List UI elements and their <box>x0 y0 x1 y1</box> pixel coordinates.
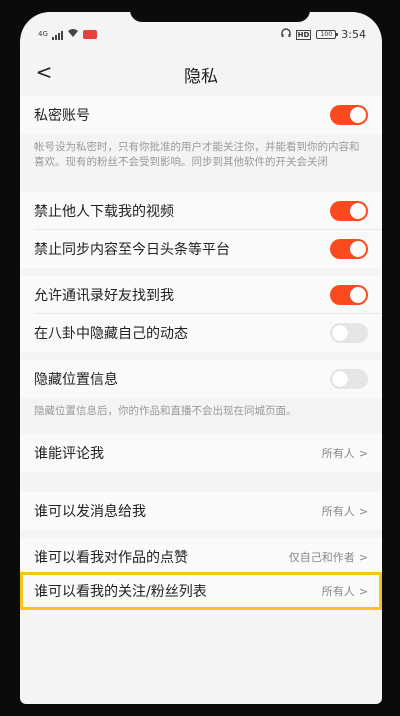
setting-row-contacts[interactable]: 允许通讯录好友找到我 <box>20 276 382 314</box>
value-text: 所有人 <box>321 505 355 518</box>
chevron-right-icon: > <box>358 446 368 460</box>
battery-level: 100 <box>320 31 333 38</box>
signal-icon <box>51 30 63 40</box>
permission-label: 谁能评论我 <box>34 446 104 462</box>
hide-location-toggle[interactable] <box>330 369 368 389</box>
status-left: 4G <box>38 28 97 41</box>
value-text: 所有人 <box>321 585 355 598</box>
private-account-row[interactable]: 私密账号 <box>20 96 382 134</box>
setting-row-no-sync[interactable]: 禁止同步内容至今日头条等平台 <box>20 230 382 268</box>
nav-bar: < 隐私 <box>20 52 382 92</box>
setting-label: 在八卦中隐藏自己的动态 <box>34 326 188 342</box>
setting-label: 禁止同步内容至今日头条等平台 <box>34 242 230 258</box>
location-note: 隐藏位置信息后，你的作品和直播不会出现在同城页面。 <box>20 398 382 428</box>
camera-notch <box>130 12 310 22</box>
permission-label: 谁可以发消息给我 <box>34 504 146 520</box>
headset-icon <box>280 28 291 41</box>
permission-value: 所有人 > <box>322 445 368 461</box>
phone-frame: 4G HD 100 3:54 < 隐私 私密账号 帐号设为私密时，只有你批准的用… <box>0 0 400 716</box>
no-download-toggle[interactable] <box>330 201 368 221</box>
no-sync-toggle[interactable] <box>330 239 368 259</box>
status-right: HD 100 3:54 <box>280 28 366 41</box>
status-time: 3:54 <box>341 28 366 41</box>
setting-label: 允许通讯录好友找到我 <box>34 288 174 304</box>
setting-label: 禁止他人下载我的视频 <box>34 204 174 220</box>
wifi-icon <box>67 28 79 41</box>
setting-row-no-download[interactable]: 禁止他人下载我的视频 <box>20 192 382 230</box>
network-type: 4G <box>38 30 48 38</box>
chevron-right-icon: > <box>358 504 368 518</box>
chevron-right-icon: > <box>358 584 368 598</box>
status-bar: 4G HD 100 3:54 <box>20 26 382 46</box>
private-account-toggle[interactable] <box>330 105 368 125</box>
value-text: 所有人 <box>321 447 355 460</box>
app-notification-icon <box>82 30 97 39</box>
battery-icon: 100 <box>316 30 339 39</box>
chevron-right-icon: > <box>358 550 368 564</box>
permission-row-likes[interactable]: 谁可以看我对作品的点赞 仅自己和作者 > <box>20 538 382 576</box>
permission-value: 所有人 > <box>322 503 368 519</box>
permission-row-message[interactable]: 谁可以发消息给我 所有人 > <box>20 492 382 530</box>
private-account-label: 私密账号 <box>34 108 90 124</box>
page-title: 隐私 <box>184 67 218 87</box>
setting-label: 隐藏位置信息 <box>34 372 118 388</box>
setting-row-hide-location[interactable]: 隐藏位置信息 <box>20 360 382 398</box>
permission-row-follow-list[interactable]: 谁可以看我的关注/粉丝列表 所有人 > <box>20 572 382 610</box>
screen: 4G HD 100 3:54 < 隐私 私密账号 帐号设为私密时，只有你批准的用… <box>20 12 382 704</box>
permission-label: 谁可以看我对作品的点赞 <box>34 550 188 566</box>
hide-gossip-toggle[interactable] <box>330 323 368 343</box>
permission-value: 仅自己和作者 > <box>289 549 368 565</box>
permission-row-comment[interactable]: 谁能评论我 所有人 > <box>20 434 382 472</box>
permission-value: 所有人 > <box>322 583 368 599</box>
setting-row-hide-gossip[interactable]: 在八卦中隐藏自己的动态 <box>20 314 382 352</box>
hd-icon: HD <box>295 29 312 40</box>
private-account-note: 帐号设为私密时，只有你批准的用户才能关注你，并能看到你的内容和喜欢。现有的粉丝不… <box>20 134 382 188</box>
value-text: 仅自己和作者 <box>288 551 355 564</box>
permission-label: 谁可以看我的关注/粉丝列表 <box>34 584 207 600</box>
contacts-toggle[interactable] <box>330 285 368 305</box>
